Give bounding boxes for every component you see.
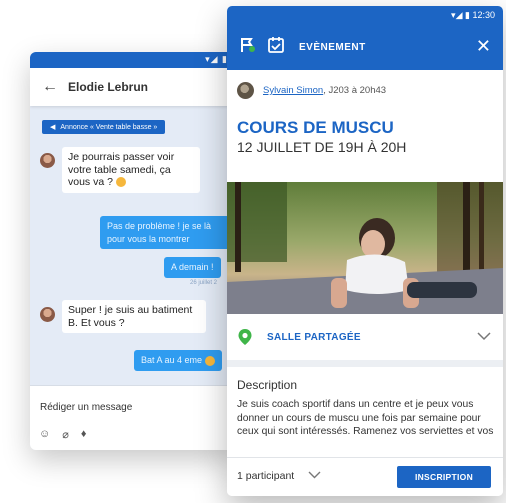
section-divider	[227, 360, 503, 367]
participants-count: 1 participant	[237, 470, 295, 482]
mic-icon[interactable]: ♦	[81, 428, 87, 441]
description-text: Je suis coach sportif dans un centre et …	[237, 399, 494, 437]
message-text: Pas de problème ! je se là pour vous la …	[107, 221, 212, 244]
event-screen: ▾◢ ▮ 12:30 EVÈNEMENT ✕ Sylvain Simon, J2…	[227, 6, 503, 496]
emoji-icon	[115, 177, 126, 188]
message-text: A demain !	[171, 262, 214, 272]
message-bubble-outgoing: Pas de problème ! je se là pour vous la …	[100, 216, 238, 249]
description-heading: Description	[237, 378, 298, 392]
message-bubble-outgoing: Bat A au 4 eme	[134, 350, 222, 371]
arrow-left-icon[interactable]: ←	[42, 78, 68, 96]
status-time: 12:30	[472, 10, 495, 20]
emoji-icon	[204, 355, 215, 366]
status-icons: ▾◢ ▮	[205, 54, 228, 64]
message-bubble-incoming: Je pourrais passer voir votre table same…	[62, 147, 200, 193]
event-date: 12 JUILLET DE 19H À 20H	[237, 139, 407, 155]
map-pin-icon	[238, 329, 252, 345]
author-avatar	[237, 82, 254, 99]
header-title: EVÈNEMENT	[299, 42, 366, 53]
participants-dropdown[interactable]: 1 participant	[237, 470, 321, 482]
announcement-badge[interactable]: ◀ Annonce « Vente table basse »	[42, 120, 166, 134]
message-timestamp: 26 juillet 2	[190, 280, 218, 286]
message-text: Super ! je suis au batiment B. Et vous ?	[68, 304, 193, 329]
place-label: SALLE PARTAGÉE	[267, 331, 361, 343]
inscription-button[interactable]: INSCRIPTION	[397, 466, 491, 488]
event-photo	[227, 182, 503, 314]
conversation-header: ← Elodie Lebrun	[30, 68, 238, 106]
chevron-down-icon	[308, 470, 321, 482]
calendar-check-icon	[267, 36, 285, 58]
status-indicators: ▾◢ ▮ 12:30	[451, 10, 495, 21]
message-bubble-incoming: Super ! je suis au batiment B. Et vous ?	[62, 300, 206, 333]
message-input[interactable]: Rédiger un message	[40, 402, 132, 413]
author-link[interactable]: Sylvain Simon	[263, 85, 323, 96]
status-bar: ▾◢ ▮ 12:30	[227, 6, 503, 26]
event-header: EVÈNEMENT ✕	[227, 26, 503, 70]
avatar	[40, 307, 55, 322]
messaging-screen: ▾◢ ▮ ← Elodie Lebrun ◀ Annonce « Vente t…	[30, 52, 238, 450]
compose-actions: ☺ ⌀ ♦	[39, 428, 86, 441]
avatar	[40, 153, 55, 168]
author-row: Sylvain Simon, J203 à 20h43	[237, 82, 386, 99]
event-footer: 1 participant INSCRIPTION	[227, 457, 503, 496]
flag-icon	[239, 36, 257, 59]
event-title: COURS DE MUSCU	[237, 118, 394, 137]
status-bar: ▾◢ ▮	[30, 52, 238, 68]
message-bubble-outgoing: A demain !	[164, 257, 221, 278]
contact-name: Elodie Lebrun	[68, 80, 149, 94]
chevron-down-icon[interactable]	[477, 330, 491, 344]
status-icons: ▾◢ ▮	[451, 10, 470, 20]
close-icon[interactable]: ✕	[476, 36, 491, 57]
megaphone-icon: ◀	[50, 124, 56, 131]
message-text: Bat A au 4 eme	[141, 355, 203, 365]
place-selector[interactable]: SALLE PARTAGÉE	[237, 324, 493, 350]
author-details: , J203 à 20h43	[323, 85, 387, 96]
compose-bar: Rédiger un message ☺ ⌀ ♦	[30, 385, 238, 450]
attach-icon[interactable]: ⌀	[62, 428, 69, 441]
announcement-text: Annonce « Vente table basse »	[60, 123, 158, 131]
emoji-icon[interactable]: ☺	[39, 428, 50, 441]
